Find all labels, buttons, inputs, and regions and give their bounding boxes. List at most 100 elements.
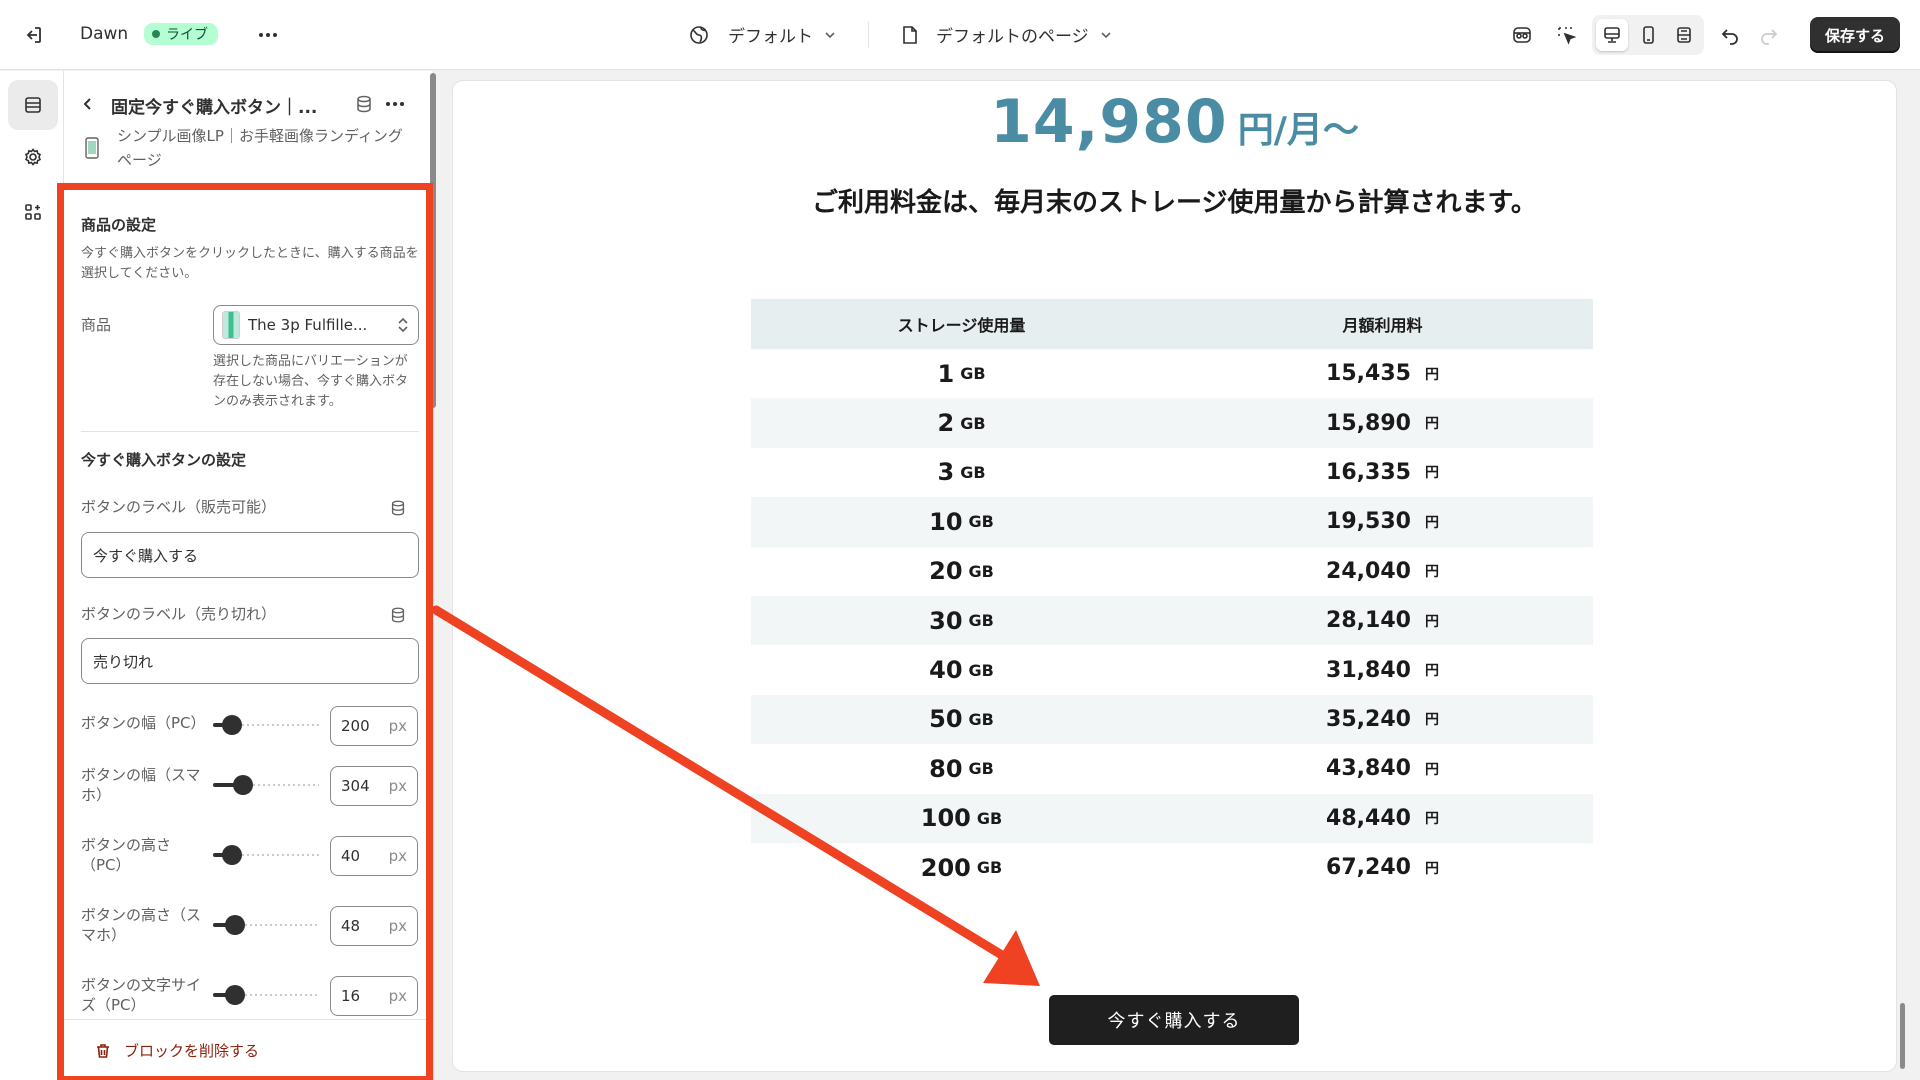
table-row: 200 GB 67,240 円 (751, 843, 1593, 892)
fee-cell: 15,435 円 (1172, 349, 1593, 398)
preview-scrollbar[interactable] (1900, 1003, 1905, 1069)
table-row: 50 GB 35,240 円 (751, 694, 1593, 745)
storage-amount: 3 (937, 458, 955, 487)
storage-amount: 200 (920, 853, 971, 882)
redo-icon[interactable] (1758, 24, 1780, 46)
storage-cell: 10 GB (751, 497, 1172, 546)
page-subtitle: シンプル画像LP｜お手軽画像ランディングページ (117, 127, 403, 169)
fee-amount: 16,335 (1326, 459, 1411, 485)
fee-unit: 円 (1424, 613, 1439, 630)
storage-unit: GB (976, 858, 1003, 878)
fee-amount: 43,840 (1326, 756, 1411, 782)
fee-unit: 円 (1424, 811, 1439, 828)
fee-cell: 15,890 円 (1172, 398, 1593, 447)
price-heading: 14,980 円/月〜 (453, 87, 1896, 157)
chevron-down-icon (823, 28, 837, 42)
table-row: 20 GB 24,040 円 (751, 547, 1593, 596)
fee-unit: 円 (1424, 663, 1439, 680)
fullwidth-view-button[interactable] (1668, 19, 1700, 51)
page-dropdown[interactable]: デフォルトのページ (900, 22, 1113, 47)
storage-unit: GB (976, 808, 1003, 828)
sections-icon (23, 95, 43, 115)
fee-amount: 35,240 (1326, 706, 1411, 732)
storage-amount: 10 (929, 507, 963, 536)
fee-unit: 円 (1424, 366, 1439, 383)
storage-unit: GB (960, 413, 986, 433)
table-header-storage: ストレージ使用量 (897, 316, 1026, 335)
theme-settings-button[interactable] (8, 132, 58, 182)
theme-name: Dawn (80, 24, 129, 44)
mobile-icon (1638, 25, 1658, 45)
fee-amount: 28,140 (1326, 608, 1411, 634)
save-button[interactable]: 保存する (1810, 17, 1900, 53)
fee-cell: 31,840 円 (1172, 645, 1593, 694)
fee-amount: 19,530 (1326, 509, 1411, 535)
gear-icon (23, 147, 43, 167)
fee-cell: 35,240 円 (1172, 695, 1593, 744)
storage-cell: 20 GB (751, 547, 1172, 596)
exit-icon[interactable] (22, 24, 44, 46)
fee-cell: 28,140 円 (1172, 596, 1593, 645)
back-icon[interactable] (79, 95, 97, 113)
table-row: 100 GB 48,440 円 (751, 793, 1593, 843)
price-unit: 円/月〜 (1237, 110, 1359, 151)
fee-cell: 67,240 円 (1172, 843, 1593, 892)
storage-cell: 30 GB (751, 596, 1172, 645)
fee-amount: 67,240 (1326, 855, 1411, 881)
table-row: 3 GB 16,335 円 (751, 448, 1593, 497)
fee-amount: 48,440 (1326, 805, 1411, 831)
inspector-icon[interactable] (1511, 24, 1533, 46)
storage-cell: 100 GB (751, 794, 1172, 843)
fee-cell: 19,530 円 (1172, 497, 1593, 546)
undo-icon[interactable] (1719, 24, 1741, 46)
more-icon[interactable] (384, 94, 406, 114)
fee-unit: 円 (1424, 416, 1439, 433)
storage-amount: 20 (929, 557, 963, 586)
apps-button[interactable] (8, 187, 58, 237)
table-row: 30 GB 28,140 円 (751, 595, 1593, 646)
storage-cell: 50 GB (751, 695, 1172, 744)
pricing-note: ご利用料金は、毎月末のストレージ使用量から計算されます。 (812, 188, 1537, 218)
fee-unit: 円 (1424, 712, 1439, 729)
fee-unit: 円 (1424, 761, 1439, 778)
storage-cell: 1 GB (751, 349, 1172, 398)
left-rail (0, 71, 64, 1080)
storage-unit: GB (968, 561, 994, 581)
phone-icon (84, 137, 100, 159)
storage-amount: 1 (937, 359, 955, 388)
sections-button[interactable] (8, 80, 58, 130)
fee-unit: 円 (1424, 514, 1439, 531)
storage-unit: GB (968, 512, 994, 532)
storage-amount: 40 (929, 656, 963, 685)
storage-amount: 50 (929, 705, 963, 734)
table-row: 2 GB 15,890 円 (751, 398, 1593, 448)
storage-cell: 200 GB (751, 843, 1172, 892)
template-dropdown[interactable]: デフォルト (688, 22, 837, 47)
live-badge: ライブ (144, 23, 218, 45)
fee-amount: 24,040 (1326, 558, 1411, 584)
database-icon[interactable] (354, 94, 374, 114)
table-row: 10 GB 19,530 円 (751, 497, 1593, 547)
annotation-highlight-box (57, 183, 433, 1080)
fee-unit: 円 (1424, 860, 1439, 877)
viewport-toggle (1592, 15, 1704, 55)
page-icon (900, 24, 920, 46)
storage-amount: 80 (929, 754, 963, 783)
storage-unit: GB (968, 611, 994, 631)
globe-icon (688, 24, 710, 46)
page-dropdown-label: デフォルトのページ (936, 27, 1089, 47)
storage-cell: 80 GB (751, 744, 1172, 793)
more-icon[interactable] (257, 24, 279, 46)
desktop-view-button[interactable] (1596, 19, 1628, 51)
live-badge-label: ライブ (166, 27, 208, 43)
fee-unit: 円 (1424, 564, 1439, 581)
select-icon[interactable] (1555, 24, 1577, 46)
price-number: 14,980 (990, 87, 1228, 157)
live-dot (152, 30, 160, 38)
chevron-down-icon (1099, 28, 1113, 42)
storage-cell: 3 GB (751, 448, 1172, 497)
table-header-fee: 月額利用料 (1342, 316, 1423, 335)
table-row: 80 GB 43,840 円 (751, 744, 1593, 793)
buy-now-button[interactable]: 今すぐ購入する (1049, 995, 1299, 1045)
mobile-view-button[interactable] (1632, 19, 1664, 51)
